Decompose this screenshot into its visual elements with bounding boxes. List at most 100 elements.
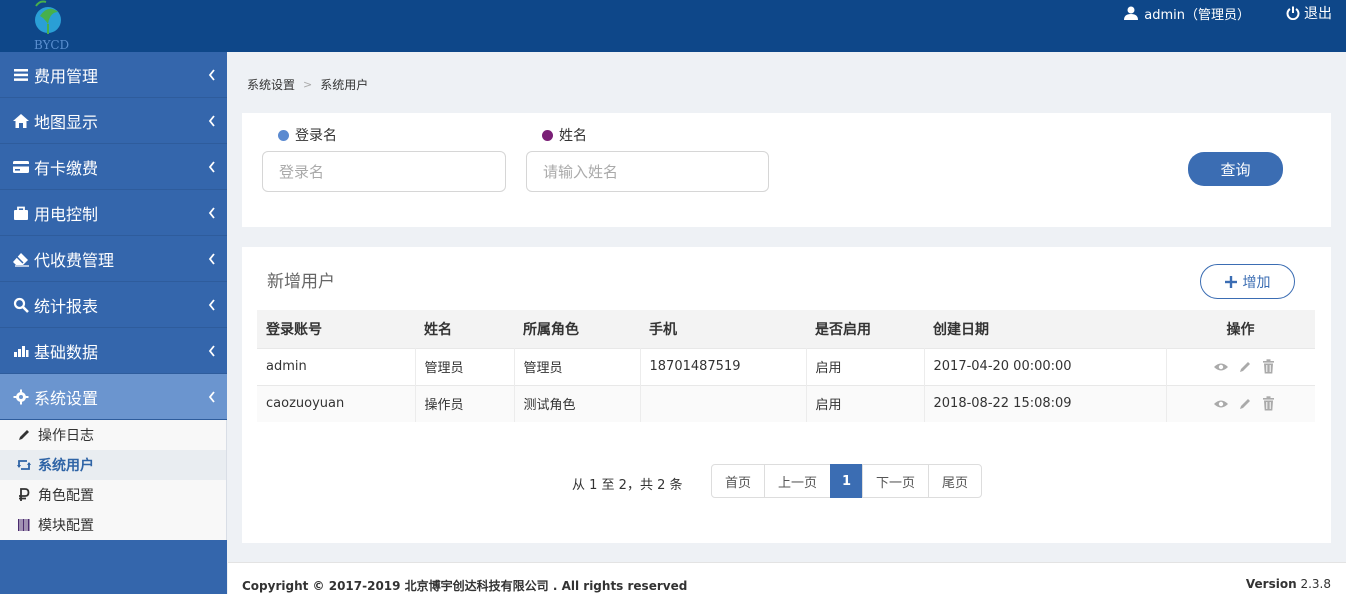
- cell-phone: 18701487519: [640, 347, 807, 385]
- credit-card-icon: [12, 158, 30, 176]
- chevron-left-icon: [208, 207, 215, 219]
- copyright-text: Copyright © 2017-2019 北京博宇创达科技有限公司 . All…: [242, 579, 688, 593]
- breadcrumb-separator: >: [303, 78, 313, 91]
- sidebar-subitem-operation-log[interactable]: 操作日志: [0, 420, 226, 450]
- sidebar: 费用管理 地图显示 有卡缴费 用电控制 代收费管理 统计报表 基础数据 系统设置…: [0, 52, 227, 594]
- eraser-icon: [12, 250, 30, 268]
- sidebar-item-label: 用电控制: [34, 204, 99, 224]
- sidebar-item-power-control[interactable]: 用电控制: [0, 190, 227, 236]
- sidebar-subitem-label: 系统用户: [38, 458, 94, 474]
- edit-pencil-icon[interactable]: [1239, 360, 1252, 373]
- column-header[interactable]: 创建日期: [924, 310, 1166, 348]
- sidebar-item-card-payment[interactable]: 有卡缴费: [0, 144, 227, 190]
- cell-actions: [1166, 384, 1315, 422]
- cell-name: 管理员: [415, 347, 515, 385]
- login-name-dot-icon: [278, 129, 289, 141]
- table-row: caozuoyuan 操作员 测试角色 启用 2018-08-22 15:08:…: [257, 384, 1315, 422]
- ruble-icon: [16, 487, 32, 503]
- logout-label: 退出: [1304, 6, 1332, 22]
- column-header[interactable]: 姓名: [415, 310, 514, 348]
- trash-icon[interactable]: [1262, 359, 1275, 374]
- column-header[interactable]: 登录账号: [257, 310, 415, 348]
- logout-button[interactable]: 退出: [1286, 4, 1332, 22]
- barcode-icon: [16, 517, 32, 533]
- sidebar-item-label: 有卡缴费: [34, 158, 99, 178]
- column-header[interactable]: 是否启用: [806, 310, 924, 348]
- plus-icon: [1224, 275, 1237, 288]
- list-icon: [12, 66, 30, 84]
- main-content: 系统设置 > 系统用户 登录名 姓名 查询 新增用户 增加 登录账号 姓名: [228, 52, 1346, 594]
- cell-actions: [1166, 347, 1315, 385]
- column-header[interactable]: 所属角色: [514, 310, 640, 348]
- chevron-left-icon: [208, 391, 215, 403]
- footer: Copyright © 2017-2019 北京博宇创达科技有限公司 . All…: [228, 562, 1346, 594]
- top-header: BYCD admin（管理员） 退出: [0, 0, 1346, 52]
- chevron-left-icon: [208, 253, 215, 265]
- search-panel: 登录名 姓名 查询: [242, 113, 1331, 227]
- chevron-left-icon: [208, 161, 215, 173]
- version-text: Version 2.3.8: [1245, 577, 1331, 591]
- name-label: 姓名: [542, 125, 587, 145]
- page-number-button[interactable]: 1: [830, 464, 864, 498]
- page-next-button[interactable]: 下一页: [862, 464, 930, 498]
- user-menu[interactable]: admin（管理员）: [1124, 4, 1250, 23]
- sidebar-item-label: 基础数据: [34, 342, 99, 362]
- sidebar-item-base-data[interactable]: 基础数据: [0, 328, 227, 374]
- chevron-left-icon: [208, 115, 215, 127]
- sidebar-item-collection-management[interactable]: 代收费管理: [0, 236, 227, 282]
- query-button[interactable]: 查询: [1188, 152, 1283, 186]
- cell-role: 管理员: [514, 347, 641, 385]
- sidebar-subitem-module-config[interactable]: 模块配置: [0, 510, 226, 540]
- chevron-left-icon: [208, 345, 215, 357]
- logo-icon: [35, 0, 61, 34]
- cell-phone: [640, 384, 807, 422]
- page-prev-button[interactable]: 上一页: [764, 464, 832, 498]
- pagination-buttons: 首页 上一页 1 下一页 尾页: [711, 464, 983, 498]
- eye-icon[interactable]: [1213, 362, 1229, 372]
- sidebar-item-label: 代收费管理: [34, 250, 115, 270]
- sidebar-subitem-label: 模块配置: [38, 518, 94, 534]
- sidebar-item-label: 地图显示: [34, 112, 99, 132]
- user-table: 登录账号 姓名 所属角色 手机 是否启用 创建日期 操作 admin 管理员 管…: [257, 310, 1315, 422]
- login-name-input[interactable]: [262, 151, 506, 192]
- tasks-icon: [12, 342, 30, 360]
- sidebar-item-reports[interactable]: 统计报表: [0, 282, 227, 328]
- sidebar-subitem-system-users[interactable]: 系统用户: [0, 450, 226, 480]
- add-user-button[interactable]: 增加: [1200, 264, 1295, 299]
- sidebar-subitem-label: 角色配置: [38, 488, 94, 504]
- cell-created: 2018-08-22 15:08:09: [924, 384, 1167, 422]
- logo-text: BYCD: [34, 38, 70, 52]
- pagination: 从 1 至 2，共 2 条 首页 上一页 1 下一页 尾页: [242, 464, 1331, 498]
- trash-icon[interactable]: [1262, 396, 1275, 411]
- sidebar-submenu: 操作日志 系统用户 角色配置 模块配置: [0, 420, 227, 540]
- edit-pencil-icon[interactable]: [1239, 397, 1252, 410]
- sidebar-subitem-label: 操作日志: [38, 428, 94, 444]
- name-input[interactable]: [526, 151, 769, 192]
- cell-account: admin: [257, 347, 416, 385]
- sidebar-item-map[interactable]: 地图显示: [0, 98, 227, 144]
- user-name: admin（管理员）: [1144, 7, 1250, 23]
- cell-account: caozuoyuan: [257, 384, 416, 422]
- power-icon: [1286, 6, 1300, 20]
- cell-name: 操作员: [415, 384, 515, 422]
- breadcrumb: 系统设置 > 系统用户: [247, 76, 368, 93]
- name-dot-icon: [542, 129, 553, 141]
- sidebar-subitem-role-config[interactable]: 角色配置: [0, 480, 226, 510]
- page-last-button[interactable]: 尾页: [928, 464, 983, 498]
- retweet-icon: [16, 457, 32, 473]
- pencil-icon: [16, 427, 32, 443]
- login-name-label: 登录名: [278, 125, 337, 145]
- sidebar-item-fee-management[interactable]: 费用管理: [0, 52, 227, 98]
- chevron-left-icon: [208, 69, 215, 81]
- page-first-button[interactable]: 首页: [711, 464, 766, 498]
- table-row: admin 管理员 管理员 18701487519 启用 2017-04-20 …: [257, 347, 1315, 385]
- cell-enabled: 启用: [806, 347, 925, 385]
- breadcrumb-item[interactable]: 系统设置: [247, 76, 295, 93]
- column-header[interactable]: 手机: [640, 310, 806, 348]
- eye-icon[interactable]: [1213, 399, 1229, 409]
- gear-icon: [12, 388, 30, 406]
- breadcrumb-item-current: 系统用户: [320, 78, 369, 92]
- chevron-left-icon: [208, 299, 215, 311]
- search-icon: [12, 296, 30, 314]
- sidebar-item-system-settings[interactable]: 系统设置: [0, 374, 227, 420]
